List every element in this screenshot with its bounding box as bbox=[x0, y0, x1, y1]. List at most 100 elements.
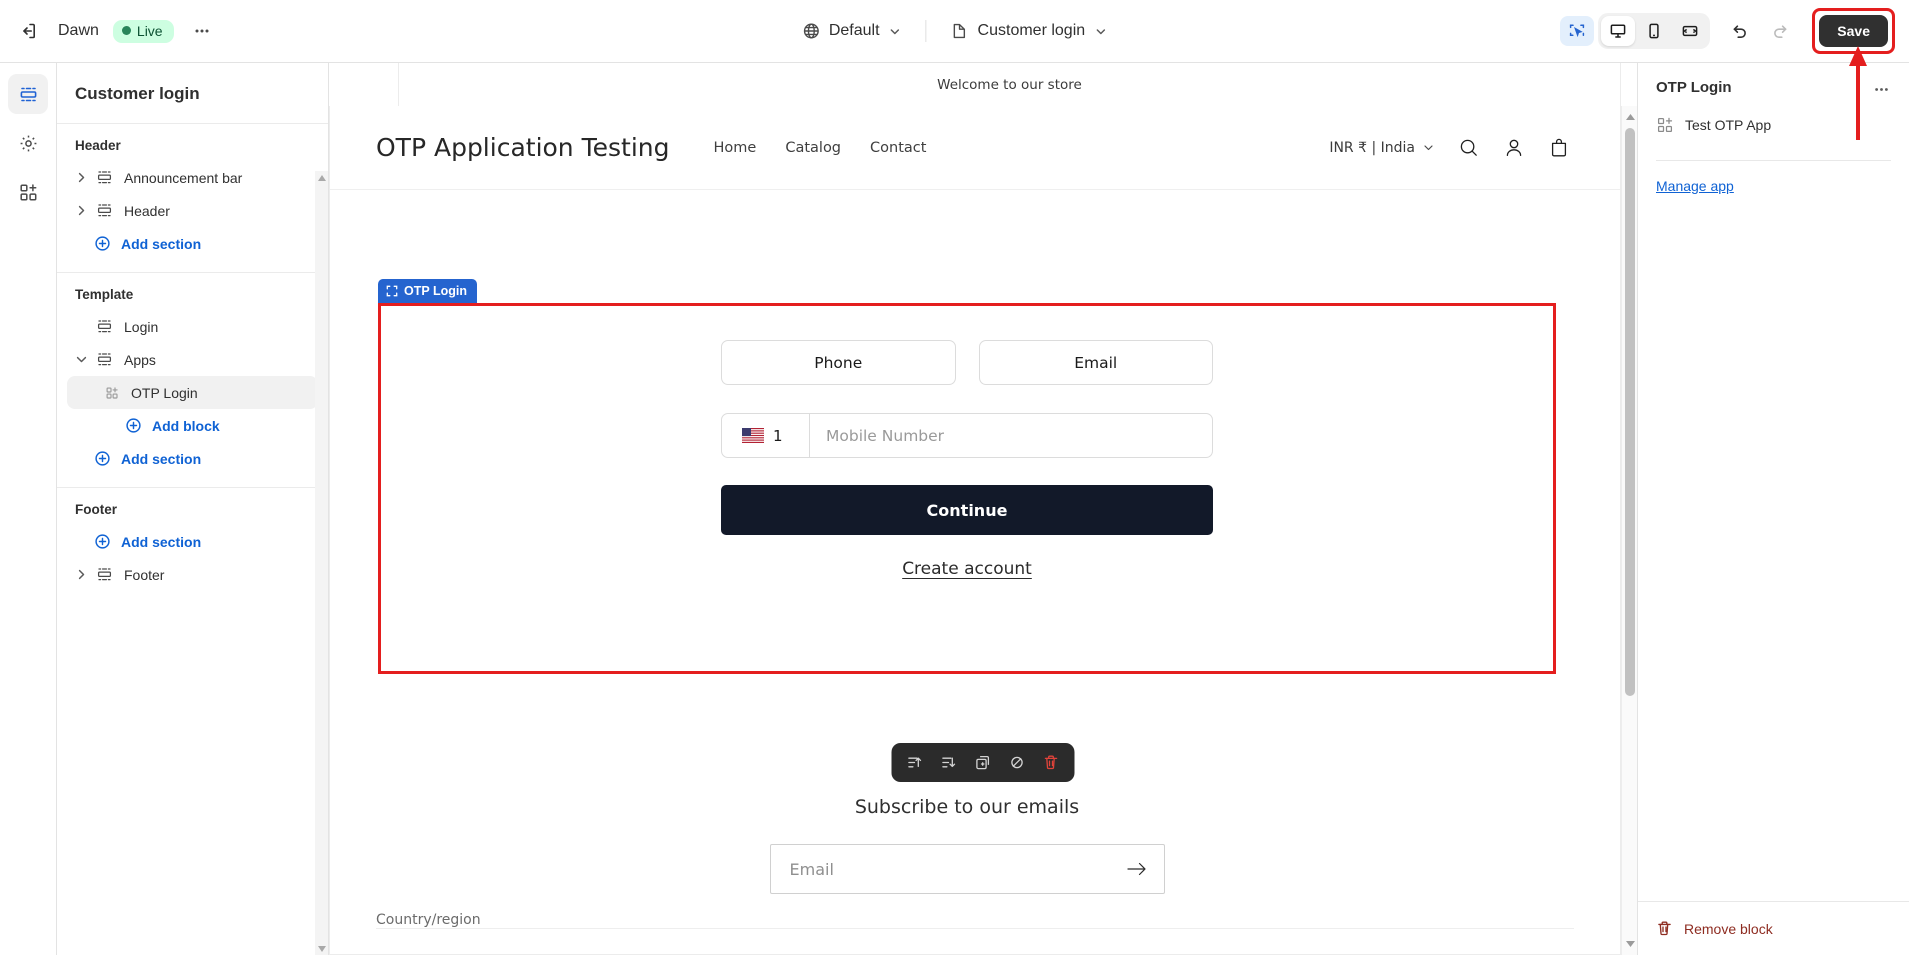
inspect-tool-button[interactable] bbox=[1560, 16, 1595, 46]
left-rail bbox=[0, 63, 57, 955]
app-block-name: Test OTP App bbox=[1685, 117, 1772, 133]
scroll-down-icon[interactable] bbox=[1622, 935, 1637, 953]
continue-button[interactable]: Continue bbox=[721, 485, 1213, 535]
mobile-view-button[interactable] bbox=[1637, 16, 1671, 46]
undo-button[interactable] bbox=[1722, 13, 1758, 49]
plus-circle-icon bbox=[91, 531, 113, 553]
move-down-icon[interactable] bbox=[934, 747, 965, 778]
topbar-right-group: Save bbox=[1560, 8, 1895, 54]
otp-login-form: Phone Email 1 Mobile Number Continue Cre… bbox=[721, 340, 1213, 579]
sidebar-item-apps[interactable]: Apps bbox=[67, 343, 318, 376]
save-button[interactable]: Save bbox=[1819, 15, 1888, 47]
store-header-actions: INR ₹ | India bbox=[1329, 137, 1570, 159]
newsletter-email-input[interactable] bbox=[789, 859, 1126, 879]
store-nav-link-contact[interactable]: Contact bbox=[870, 140, 926, 156]
duplicate-icon[interactable] bbox=[968, 747, 999, 778]
otp-method-tabs: Phone Email bbox=[721, 340, 1213, 385]
tab-phone[interactable]: Phone bbox=[721, 340, 956, 385]
sidebar-item-header[interactable]: Header bbox=[67, 194, 318, 227]
selected-block-tag[interactable]: OTP Login bbox=[378, 279, 477, 303]
chevron-right-icon[interactable] bbox=[71, 565, 91, 585]
sidebar-item-otp-login[interactable]: OTP Login bbox=[67, 376, 318, 409]
panel-divider bbox=[1656, 160, 1891, 161]
scroll-up-icon[interactable] bbox=[1622, 108, 1637, 126]
chevron-down-icon[interactable] bbox=[71, 350, 91, 370]
block-more-options-button[interactable] bbox=[1867, 75, 1895, 103]
chevron-down-icon bbox=[1096, 28, 1105, 34]
cart-icon[interactable] bbox=[1548, 137, 1570, 159]
app-block-icon bbox=[101, 382, 123, 404]
preview-scrollbar-thumb[interactable] bbox=[1625, 128, 1635, 696]
desktop-view-button[interactable] bbox=[1601, 16, 1636, 46]
chevron-down-icon bbox=[890, 28, 900, 34]
storefront-preview: OTP Application Testing Home Catalog Conta… bbox=[329, 106, 1621, 955]
preview-frame: OTP Application Testing Home Catalog Conta… bbox=[329, 106, 1637, 955]
chevron-right-icon[interactable] bbox=[71, 168, 91, 188]
delete-icon[interactable] bbox=[1036, 747, 1067, 778]
remove-block-button[interactable]: Remove block bbox=[1656, 916, 1773, 941]
hide-icon[interactable] bbox=[1002, 747, 1033, 778]
sidebar-item-login[interactable]: Login bbox=[67, 310, 318, 343]
account-icon[interactable] bbox=[1503, 137, 1525, 159]
sidebar-item-label: Apps bbox=[124, 351, 156, 368]
sections-group-label: Footer bbox=[75, 502, 117, 517]
topbar-center-group: Default Customer login bbox=[792, 15, 1117, 47]
trash-icon bbox=[1658, 921, 1671, 936]
store-nav-link-catalog[interactable]: Catalog bbox=[785, 140, 841, 156]
tab-email[interactable]: Email bbox=[978, 340, 1213, 385]
move-up-icon[interactable] bbox=[900, 747, 931, 778]
section-icon bbox=[93, 200, 115, 222]
plus-circle-icon bbox=[91, 233, 113, 255]
arrow-right-icon bbox=[1126, 862, 1146, 876]
manage-app-link[interactable]: Manage app bbox=[1656, 178, 1734, 194]
scroll-up-icon[interactable] bbox=[315, 171, 328, 184]
sidebar-item-theme-settings[interactable] bbox=[8, 123, 48, 163]
redo-button[interactable] bbox=[1762, 13, 1798, 49]
live-dot-icon bbox=[121, 26, 131, 35]
sections-scrollbar[interactable] bbox=[315, 171, 328, 955]
create-account-link[interactable]: Create account bbox=[902, 559, 1032, 579]
block-settings-footer: Remove block bbox=[1638, 901, 1909, 955]
preview-scrollbar[interactable] bbox=[1621, 106, 1637, 955]
mobile-number-input[interactable] bbox=[810, 414, 1212, 457]
section-icon bbox=[93, 316, 115, 338]
fullscreen-view-button[interactable] bbox=[1673, 16, 1707, 46]
sidebar-item-announcement-bar[interactable]: Announcement bar bbox=[67, 161, 318, 194]
sidebar-item-label: Add section bbox=[121, 533, 202, 550]
sidebar-item-label: Add section bbox=[121, 450, 202, 467]
selected-block-outline: OTP Login Phone Email 1 Mobile Number Co… bbox=[378, 279, 1556, 674]
add-section-button[interactable]: Add section bbox=[67, 525, 318, 558]
country-code-label: 1 bbox=[773, 426, 783, 445]
status-badge-label: Live bbox=[136, 22, 163, 39]
sidebar-item-sections[interactable] bbox=[8, 74, 48, 114]
status-badge: Live bbox=[112, 19, 174, 43]
scroll-down-icon[interactable] bbox=[315, 942, 328, 955]
add-block-button[interactable]: Add block bbox=[67, 409, 318, 442]
exit-editor-button[interactable] bbox=[10, 13, 46, 49]
locale-selector-label: Default bbox=[828, 22, 880, 39]
app-block-row: Test OTP App bbox=[1638, 103, 1909, 134]
add-section-button[interactable]: Add section bbox=[67, 442, 318, 475]
sidebar-item-apps[interactable] bbox=[8, 172, 48, 212]
toolbar-divider bbox=[925, 20, 927, 42]
sidebar-item-label: Header bbox=[124, 202, 170, 219]
country-code-selector[interactable]: 1 bbox=[722, 414, 810, 457]
page-title: Customer login bbox=[57, 63, 328, 124]
block-settings-panel: OTP Login Test OTP App Manage app Remove… bbox=[1637, 63, 1909, 955]
sections-group-label: Header bbox=[75, 138, 121, 153]
currency-selector[interactable]: INR ₹ | India bbox=[1329, 140, 1435, 156]
sidebar-item-footer[interactable]: Footer bbox=[67, 558, 318, 591]
chevron-right-icon[interactable] bbox=[71, 201, 91, 221]
search-icon[interactable] bbox=[1458, 137, 1480, 159]
block-select-icon bbox=[386, 285, 398, 297]
sidebar-item-label: Announcement bar bbox=[124, 169, 243, 186]
mobile-number-row: 1 bbox=[721, 413, 1213, 458]
more-actions-button[interactable] bbox=[184, 13, 220, 49]
page-selector[interactable]: Customer login bbox=[941, 15, 1118, 47]
store-header: OTP Application Testing Home Catalog Conta… bbox=[330, 106, 1620, 190]
store-nav-link-home[interactable]: Home bbox=[714, 140, 757, 156]
add-section-button[interactable]: Add section bbox=[67, 227, 318, 260]
store-nav: Home Catalog Contact bbox=[714, 140, 927, 156]
newsletter-submit-button[interactable] bbox=[1126, 860, 1148, 878]
locale-selector[interactable]: Default bbox=[792, 15, 912, 47]
